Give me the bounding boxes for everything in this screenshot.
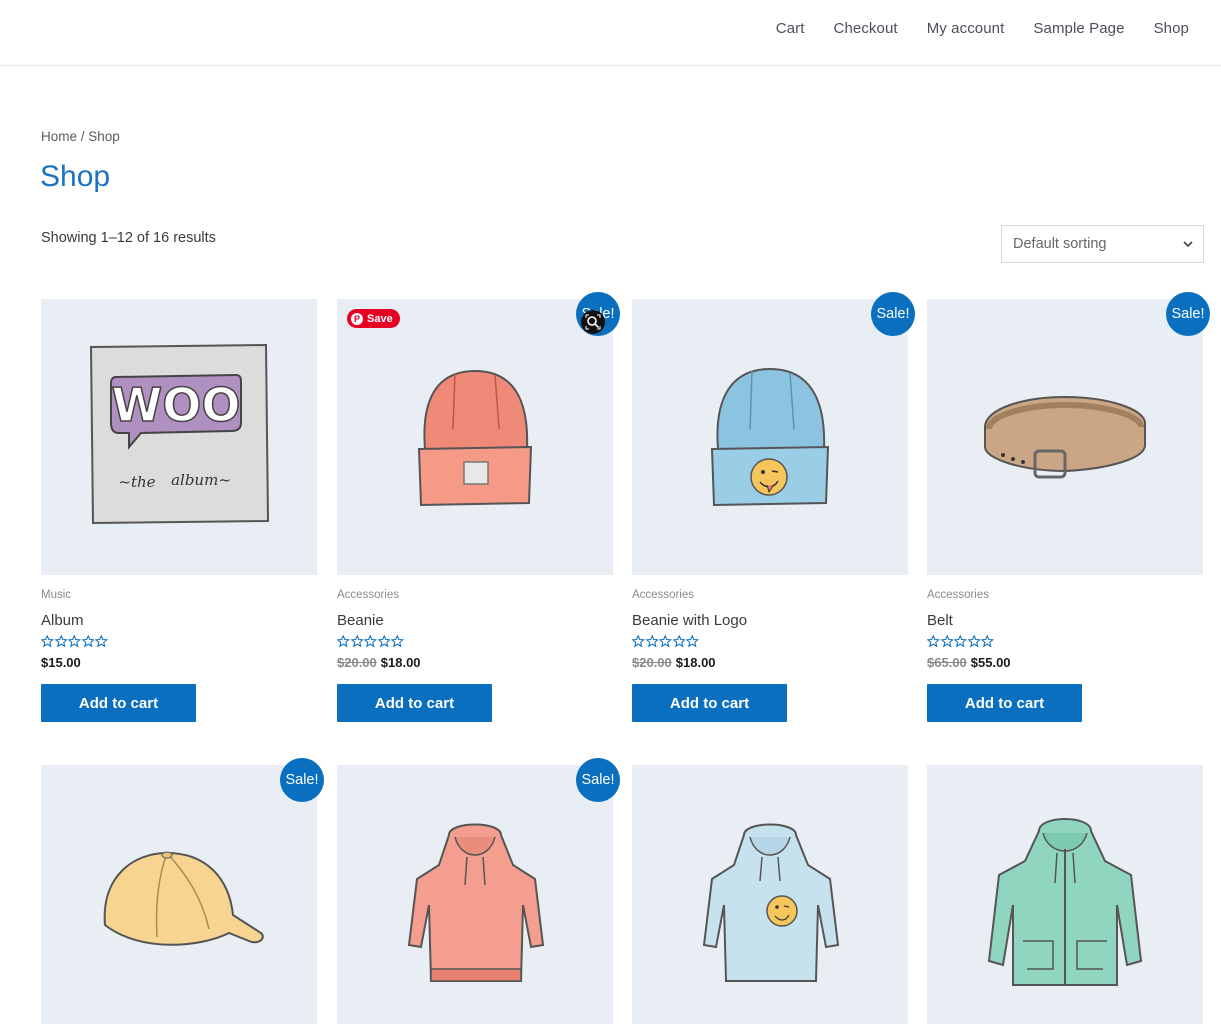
- page-title: Shop: [40, 160, 111, 193]
- product-price: $15.00: [41, 655, 317, 673]
- sort-select-value: Default sorting: [1013, 236, 1107, 252]
- product-image-link[interactable]: Sale!: [927, 292, 1210, 575]
- star-outline-icon: [95, 635, 108, 648]
- svg-text:album~: album~: [171, 471, 231, 489]
- product-card: WOO ~the album~ Music Album $15.00 Add t…: [41, 299, 317, 722]
- breadcrumb-home[interactable]: Home: [41, 129, 77, 144]
- star-outline-icon: [967, 635, 980, 648]
- sale-badge: Sale!: [576, 758, 620, 802]
- star-rating: [632, 635, 908, 651]
- product-price: $20.00 $18.00: [337, 655, 613, 673]
- star-outline-icon: [337, 635, 350, 648]
- nav-link-checkout[interactable]: Checkout: [834, 20, 898, 37]
- star-outline-icon: [377, 635, 390, 648]
- star-outline-icon: [350, 635, 363, 648]
- star-outline-icon: [364, 635, 377, 648]
- sale-badge: Sale!: [1166, 292, 1210, 336]
- belt-art: [984, 395, 1146, 479]
- star-outline-icon: [54, 635, 67, 648]
- nav-link-my-account[interactable]: My account: [927, 20, 1005, 37]
- product-image-link[interactable]: WOO ~the album~: [41, 299, 317, 575]
- star-outline-icon: [686, 635, 699, 648]
- star-outline-icon: [672, 635, 685, 648]
- product-image-link[interactable]: Sale!: [632, 292, 915, 575]
- sale-badge: Sale!: [871, 292, 915, 336]
- zip-hoodie-art: [987, 818, 1143, 986]
- breadcrumb: Home / Shop: [41, 129, 120, 144]
- product-image-link[interactable]: [632, 765, 908, 1024]
- star-outline-icon: [41, 635, 54, 648]
- star-outline-icon: [632, 635, 645, 648]
- product-card: Sale! Accessories Belt $65.00 $55.00 Add …: [927, 292, 1210, 722]
- product-category: Music: [41, 589, 72, 601]
- nav-link-shop[interactable]: Shop: [1154, 20, 1189, 37]
- star-outline-icon: [981, 635, 994, 648]
- product-card: Sale!: [337, 758, 620, 1024]
- star-rating: [927, 635, 1203, 651]
- star-rating: [337, 635, 613, 651]
- price-regular: $20.00: [632, 655, 672, 670]
- product-card: [927, 765, 1203, 1024]
- pinterest-save-button[interactable]: P Save: [347, 309, 400, 328]
- cap-art: [103, 851, 264, 946]
- chevron-down-icon: [1183, 241, 1193, 248]
- breadcrumb-current: Shop: [88, 129, 120, 144]
- beanie-art: [417, 369, 533, 507]
- star-outline-icon: [391, 635, 404, 648]
- hoodie-art: [407, 823, 545, 982]
- price-regular: $20.00: [337, 655, 377, 670]
- product-title[interactable]: Album: [41, 612, 317, 631]
- price-current: $55.00: [970, 655, 1011, 670]
- star-outline-icon: [645, 635, 658, 648]
- main-navigation: Cart Checkout My account Sample Page Sho…: [776, 20, 1189, 37]
- product-image-link[interactable]: P Save Sale!: [337, 292, 620, 575]
- star-outline-icon: [927, 635, 940, 648]
- product-title[interactable]: Beanie: [337, 612, 613, 631]
- product-price: $65.00 $55.00: [927, 655, 1203, 673]
- lens-icon: [585, 314, 601, 330]
- pinterest-icon: P: [351, 312, 363, 325]
- album-art: WOO ~the album~: [89, 343, 270, 525]
- svg-text:~the: ~the: [118, 473, 155, 491]
- add-to-cart-button[interactable]: Add to cart: [927, 684, 1082, 722]
- sale-badge: Sale!: [280, 758, 324, 802]
- product-category: Accessories: [337, 589, 399, 601]
- beanie-logo-art: [710, 367, 830, 507]
- product-title[interactable]: Belt: [927, 612, 1203, 631]
- nav-link-sample-page[interactable]: Sample Page: [1033, 20, 1124, 37]
- product-category: Accessories: [632, 589, 694, 601]
- star-outline-icon: [81, 635, 94, 648]
- product-image-link[interactable]: Sale!: [41, 758, 324, 1024]
- star-rating: [41, 635, 317, 651]
- product-card: [632, 765, 908, 1024]
- star-outline-icon: [940, 635, 953, 648]
- product-card: P Save Sale! Accessories Beanie $20.00$1…: [337, 292, 620, 722]
- product-image-link[interactable]: Sale!: [337, 758, 620, 1024]
- add-to-cart-button[interactable]: Add to cart: [632, 684, 787, 722]
- star-outline-icon: [659, 635, 672, 648]
- price-current: $15.00: [41, 655, 81, 670]
- product-card: Sale!: [41, 758, 324, 1024]
- sort-select[interactable]: Default sorting: [1001, 225, 1204, 263]
- product-card: Sale! Accessories Beanie with Logo $20.0…: [632, 292, 915, 722]
- hoodie-logo-art: [702, 823, 840, 982]
- star-outline-icon: [954, 635, 967, 648]
- result-count: Showing 1–12 of 16 results: [41, 230, 216, 246]
- price-regular: $65.00: [927, 655, 967, 670]
- product-title[interactable]: Beanie with Logo: [632, 612, 908, 631]
- nav-link-cart[interactable]: Cart: [776, 20, 805, 37]
- product-price: $20.00 $18.00: [632, 655, 908, 673]
- visual-search-icon[interactable]: [581, 310, 605, 334]
- product-category: Accessories: [927, 589, 989, 601]
- add-to-cart-button[interactable]: Add to cart: [337, 684, 492, 722]
- breadcrumb-separator: /: [77, 129, 89, 144]
- star-outline-icon: [68, 635, 81, 648]
- site-header: Cart Checkout My account Sample Page Sho…: [0, 0, 1221, 66]
- price-current: $18.00: [675, 655, 716, 670]
- product-image-link[interactable]: [927, 765, 1203, 1024]
- pinterest-save-label: Save: [367, 312, 393, 325]
- svg-text:WOO: WOO: [112, 378, 241, 432]
- add-to-cart-button[interactable]: Add to cart: [41, 684, 196, 722]
- price-current: $18.00: [380, 655, 421, 670]
